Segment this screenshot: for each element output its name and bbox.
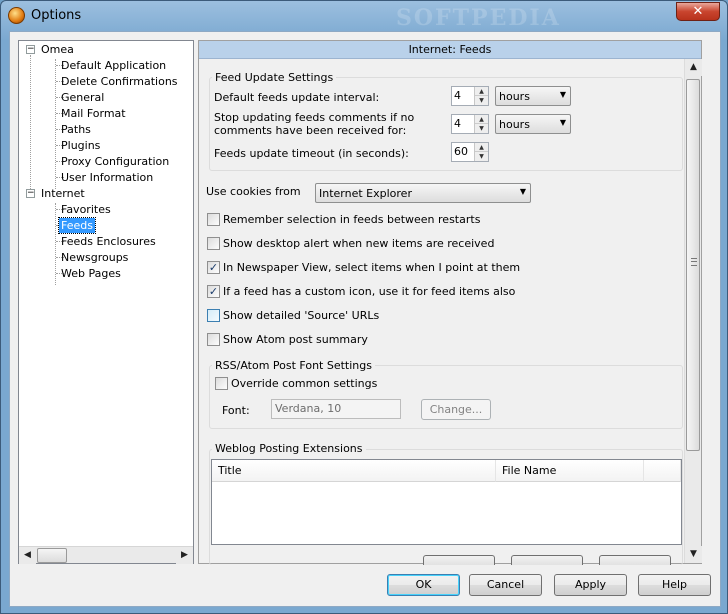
checkbox-label: Remember selection in feeds between rest…	[223, 213, 481, 226]
tree-horizontal-scrollbar[interactable]: ◀ ▶	[19, 546, 193, 564]
weblog-edit-button[interactable]	[511, 555, 583, 565]
collapse-icon[interactable]: −	[26, 189, 35, 198]
scroll-down-icon[interactable]: ▼	[685, 546, 702, 563]
scroll-thumb[interactable]	[686, 79, 700, 451]
arrow-up-icon[interactable]: ▲	[475, 115, 488, 124]
checkbox-label: In Newspaper View, select items when I p…	[223, 261, 521, 274]
panel-vertical-scrollbar[interactable]: ▲ ▼	[684, 59, 702, 563]
checkbox-box[interactable]	[207, 309, 220, 322]
window-title: Options	[31, 8, 82, 23]
weblog-group-title: Weblog Posting Extensions	[212, 442, 366, 455]
tree-item-label: Web Pages	[61, 267, 121, 280]
grip-icon	[691, 258, 697, 266]
arrow-down-icon[interactable]: ▼	[475, 152, 488, 161]
stepper-arrows[interactable]: ▲ ▼	[474, 143, 488, 161]
tree-item-label: Delete Confirmations	[61, 75, 178, 88]
weblog-add-button[interactable]	[423, 555, 495, 565]
tree-item-label-selected: Feeds	[58, 217, 96, 234]
dialog-client: − Omea Default Application Delete Confir…	[9, 31, 721, 607]
column-header-filler	[644, 460, 681, 482]
checkbox-box[interactable]	[207, 237, 220, 250]
arrow-down-icon[interactable]: ▼	[475, 124, 488, 133]
interval-label: Default feeds update interval:	[214, 91, 380, 104]
tree-line	[30, 55, 31, 195]
options-window: Options SOFTPEDIA ✕ − Omea Default Appli…	[0, 0, 728, 614]
font-label: Font:	[222, 404, 250, 417]
checkbox-label: Show desktop alert when new items are re…	[223, 237, 495, 250]
cookies-value: Internet Explorer	[319, 187, 412, 200]
options-tree[interactable]: − Omea Default Application Delete Confir…	[18, 40, 194, 564]
cancel-button[interactable]: Cancel	[469, 574, 542, 596]
stop-updating-value: 4	[454, 117, 461, 130]
checkbox-box[interactable]	[207, 213, 220, 226]
arrow-up-icon[interactable]: ▲	[475, 87, 488, 96]
cookies-dropdown[interactable]: Internet Explorer ▼	[315, 183, 531, 203]
arrow-down-icon[interactable]: ▼	[475, 96, 488, 105]
title-bar[interactable]: Options SOFTPEDIA ✕	[1, 1, 727, 31]
help-button[interactable]: Help	[638, 574, 711, 596]
app-icon	[8, 7, 25, 24]
tree-item-label: Favorites	[61, 203, 111, 216]
stepper-arrows[interactable]: ▲ ▼	[474, 115, 488, 133]
chevron-down-icon: ▼	[519, 187, 526, 196]
scroll-up-icon[interactable]: ▲	[685, 59, 702, 76]
weblog-remove-button[interactable]	[599, 555, 671, 565]
interval-value: 4	[454, 89, 461, 102]
collapse-icon[interactable]: −	[26, 45, 35, 54]
interval-unit-dropdown[interactable]: hours ▼	[495, 86, 571, 106]
checkbox-box[interactable]	[207, 333, 220, 346]
watermark: SOFTPEDIA	[396, 5, 561, 31]
column-header-file-name[interactable]: File Name	[496, 460, 644, 482]
tree-item-label: Proxy Configuration	[61, 155, 170, 168]
stop-updating-unit-value: hours	[499, 118, 530, 131]
tree-item-label: Plugins	[61, 139, 101, 152]
weblog-extensions-list[interactable]: Title File Name	[211, 459, 682, 545]
stop-updating-label-line2: comments have been received for:	[214, 124, 407, 137]
chevron-down-icon: ▼	[559, 118, 566, 127]
tree-item-label: General	[61, 91, 105, 104]
timeout-stepper[interactable]: 60 ▲ ▼	[451, 142, 489, 162]
settings-panel: Internet: Feeds Feed Update Settings Def…	[198, 40, 702, 565]
tree-item-label: Newsgroups	[61, 251, 129, 264]
column-header-title[interactable]: Title	[212, 460, 496, 482]
stop-updating-stepper[interactable]: 4 ▲ ▼	[451, 114, 489, 134]
checkmark-icon[interactable]: ✓	[207, 285, 220, 298]
scroll-thumb[interactable]	[37, 548, 67, 563]
tree-item-label: Default Application	[61, 59, 167, 72]
cookies-label: Use cookies from	[206, 185, 301, 198]
checkbox-box[interactable]	[215, 377, 228, 390]
tree-node-label: Internet	[41, 187, 85, 200]
tree-item-label: User Information	[61, 171, 154, 184]
tree-item-label: Paths	[61, 123, 91, 136]
timeout-label: Feeds update timeout (in seconds):	[214, 147, 409, 160]
interval-stepper[interactable]: 4 ▲ ▼	[451, 86, 489, 106]
checkbox-label: Show detailed 'Source' URLs	[223, 309, 380, 322]
checkbox-label: If a feed has a custom icon, use it for …	[223, 285, 516, 298]
stepper-arrows[interactable]: ▲ ▼	[474, 87, 488, 105]
tree-item-label: Feeds Enclosures	[61, 235, 156, 248]
close-button[interactable]: ✕	[676, 2, 720, 21]
arrow-up-icon[interactable]: ▲	[475, 143, 488, 152]
font-settings-group-title: RSS/Atom Post Font Settings	[212, 359, 375, 372]
stop-updating-label-line1: Stop updating feeds comments if no	[214, 111, 415, 124]
panel-title: Internet: Feeds	[199, 41, 701, 59]
timeout-value: 60	[454, 145, 468, 158]
scroll-right-icon[interactable]: ▶	[176, 547, 193, 564]
tree-item-label: Mail Format	[61, 107, 126, 120]
checkbox-label: Override common settings	[231, 377, 378, 390]
feed-update-group-title: Feed Update Settings	[212, 71, 337, 84]
scroll-left-icon[interactable]: ◀	[19, 547, 36, 564]
checkbox-label: Show Atom post summary	[223, 333, 368, 346]
font-field: Verdana, 10	[271, 399, 401, 419]
ok-button[interactable]: OK	[387, 574, 460, 596]
change-font-button: Change...	[421, 399, 491, 420]
interval-unit-value: hours	[499, 90, 530, 103]
stop-updating-unit-dropdown[interactable]: hours ▼	[495, 114, 571, 134]
chevron-down-icon: ▼	[559, 90, 566, 99]
apply-button[interactable]: Apply	[554, 574, 627, 596]
close-icon: ✕	[692, 4, 704, 19]
checkmark-icon[interactable]: ✓	[207, 261, 220, 274]
tree-line	[55, 59, 56, 189]
tree-node-label: Omea	[41, 43, 74, 56]
